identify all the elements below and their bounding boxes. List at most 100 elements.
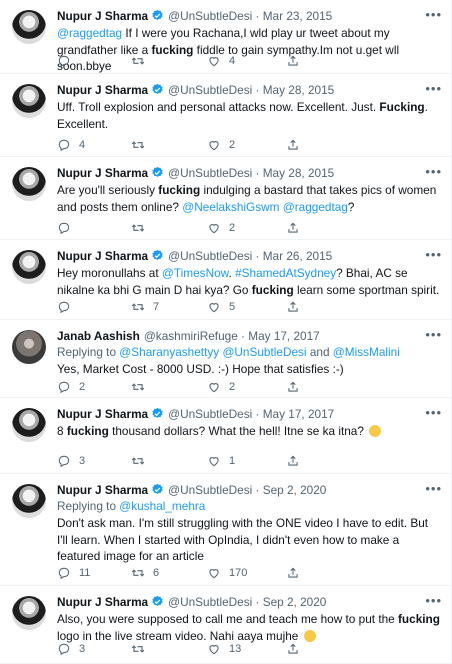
- share-button[interactable]: [286, 298, 300, 316]
- mention-link[interactable]: @TimesNow: [162, 266, 229, 280]
- user-handle[interactable]: @UnSubtleDesi: [168, 249, 252, 263]
- reply-button[interactable]: [57, 52, 79, 70]
- display-name[interactable]: Nupur J Sharma: [57, 9, 148, 23]
- reply-button[interactable]: 2: [57, 378, 85, 396]
- more-icon[interactable]: •••: [425, 81, 442, 97]
- tweet[interactable]: Nupur J Sharma @UnSubtleDesi · Mar 26, 20…: [0, 240, 451, 320]
- retweet-button[interactable]: [131, 219, 153, 237]
- tweet-date[interactable]: May 28, 2015: [263, 166, 334, 180]
- display-name[interactable]: Nupur J Sharma: [57, 83, 148, 97]
- display-name[interactable]: Nupur J Sharma: [57, 595, 148, 609]
- display-name[interactable]: Nupur J Sharma: [57, 166, 148, 180]
- tweet[interactable]: Nupur J Sharma @UnSubtleDesi · Sep 2, 202…: [0, 474, 451, 586]
- avatar[interactable]: [12, 84, 46, 118]
- like-button[interactable]: 4: [207, 52, 235, 70]
- mention-link[interactable]: @Sharanyashettyy: [119, 345, 219, 359]
- user-handle[interactable]: @UnSubtleDesi: [168, 9, 252, 23]
- tweet-date[interactable]: Mar 23, 2015: [263, 9, 333, 23]
- display-name[interactable]: Nupur J Sharma: [57, 249, 148, 263]
- tweet-header: Nupur J Sharma @UnSubtleDesi · May 28, 20…: [57, 81, 442, 98]
- more-icon[interactable]: •••: [425, 247, 442, 263]
- more-icon[interactable]: •••: [425, 7, 442, 23]
- mention-link[interactable]: @UnSubtleDesi: [222, 345, 306, 359]
- avatar[interactable]: [12, 596, 46, 630]
- like-count: 1: [229, 455, 236, 467]
- heart-icon: [207, 300, 221, 314]
- verified-badge-icon: [151, 249, 164, 266]
- more-icon[interactable]: •••: [425, 405, 442, 421]
- avatar[interactable]: [12, 484, 46, 518]
- more-icon[interactable]: •••: [425, 327, 442, 343]
- retweet-button[interactable]: [131, 136, 153, 154]
- user-handle[interactable]: @UnSubtleDesi: [168, 483, 252, 497]
- share-button[interactable]: [286, 52, 300, 70]
- share-icon: [286, 138, 300, 152]
- more-icon[interactable]: •••: [425, 481, 442, 497]
- retweet-button[interactable]: 6: [131, 564, 159, 582]
- display-name[interactable]: Janab Aashish: [57, 329, 140, 343]
- retweet-icon: [131, 221, 145, 235]
- user-handle[interactable]: @kashmiriRefuge: [144, 329, 238, 343]
- share-button[interactable]: [286, 640, 300, 658]
- tweet-text-segment: Also, you were supposed to call me and t…: [57, 612, 398, 626]
- tweet[interactable]: Nupur J Sharma @UnSubtleDesi · Mar 23, 20…: [0, 0, 451, 74]
- retweet-button[interactable]: [131, 640, 153, 658]
- like-button[interactable]: 13: [207, 640, 241, 658]
- avatar[interactable]: [12, 10, 46, 44]
- tweet-date[interactable]: Sep 2, 2020: [263, 483, 327, 497]
- like-button[interactable]: 5: [207, 298, 235, 316]
- mention-link[interactable]: #ShamedAtSydney: [235, 266, 336, 280]
- tweet[interactable]: Nupur J Sharma @UnSubtleDesi · May 17, 20…: [0, 398, 451, 474]
- user-handle[interactable]: @UnSubtleDesi: [168, 407, 252, 421]
- display-name[interactable]: Nupur J Sharma: [57, 483, 148, 497]
- retweet-button[interactable]: [131, 378, 153, 396]
- tweet-date[interactable]: May 17, 2017: [248, 329, 319, 343]
- retweet-icon: [131, 300, 145, 314]
- tweet-date[interactable]: Sep 2, 2020: [263, 595, 327, 609]
- like-button[interactable]: 170: [207, 564, 247, 582]
- tweet[interactable]: Nupur J Sharma @UnSubtleDesi · Sep 2, 202…: [0, 586, 451, 664]
- tweet-date[interactable]: May 17, 2017: [263, 407, 334, 421]
- tweet[interactable]: Nupur J Sharma @UnSubtleDesi · May 28, 20…: [0, 74, 451, 157]
- share-button[interactable]: [286, 452, 300, 470]
- user-handle[interactable]: @UnSubtleDesi: [168, 595, 252, 609]
- mention-link[interactable]: @kushal_mehra: [119, 499, 205, 513]
- like-button[interactable]: 2: [207, 219, 235, 237]
- mention-link[interactable]: @raggedtag: [57, 26, 122, 40]
- share-button[interactable]: [286, 136, 300, 154]
- share-button[interactable]: [286, 219, 300, 237]
- user-handle[interactable]: @UnSubtleDesi: [168, 166, 252, 180]
- mention-link[interactable]: @MissMalini: [333, 345, 400, 359]
- reply-button[interactable]: [57, 298, 79, 316]
- retweet-button[interactable]: [131, 52, 153, 70]
- retweet-button[interactable]: [131, 452, 153, 470]
- more-icon[interactable]: •••: [425, 593, 442, 609]
- display-name[interactable]: Nupur J Sharma: [57, 407, 148, 421]
- more-icon[interactable]: •••: [425, 164, 442, 180]
- mention-link[interactable]: @raggedtag: [283, 200, 348, 214]
- like-button[interactable]: 2: [207, 378, 235, 396]
- retweet-button[interactable]: 7: [131, 298, 159, 316]
- tweet[interactable]: Janab Aashish @kashmiriRefuge · May 17, 2…: [0, 320, 451, 398]
- tweet-date[interactable]: Mar 26, 2015: [263, 249, 333, 263]
- heart-icon: [207, 138, 221, 152]
- avatar[interactable]: [12, 330, 46, 364]
- like-button[interactable]: 1: [207, 452, 235, 470]
- share-button[interactable]: [286, 378, 300, 396]
- reply-button[interactable]: 3: [57, 640, 85, 658]
- like-button[interactable]: 2: [207, 136, 235, 154]
- tweet-text-segment: Are you'll seriously: [57, 183, 159, 197]
- tweet-date[interactable]: May 28, 2015: [263, 83, 334, 97]
- tweet[interactable]: Nupur J Sharma @UnSubtleDesi · May 28, 20…: [0, 157, 451, 240]
- user-handle[interactable]: @UnSubtleDesi: [168, 83, 252, 97]
- tweet-actions: 3 13: [57, 640, 407, 658]
- mention-link[interactable]: @NeelakshiGswm: [182, 200, 279, 214]
- reply-button[interactable]: [57, 219, 79, 237]
- share-button[interactable]: [286, 564, 300, 582]
- avatar[interactable]: [12, 167, 46, 201]
- reply-button[interactable]: 11: [57, 564, 90, 582]
- reply-button[interactable]: 3: [57, 452, 85, 470]
- reply-button[interactable]: 4: [57, 136, 85, 154]
- avatar[interactable]: [12, 250, 46, 284]
- avatar[interactable]: [12, 408, 46, 442]
